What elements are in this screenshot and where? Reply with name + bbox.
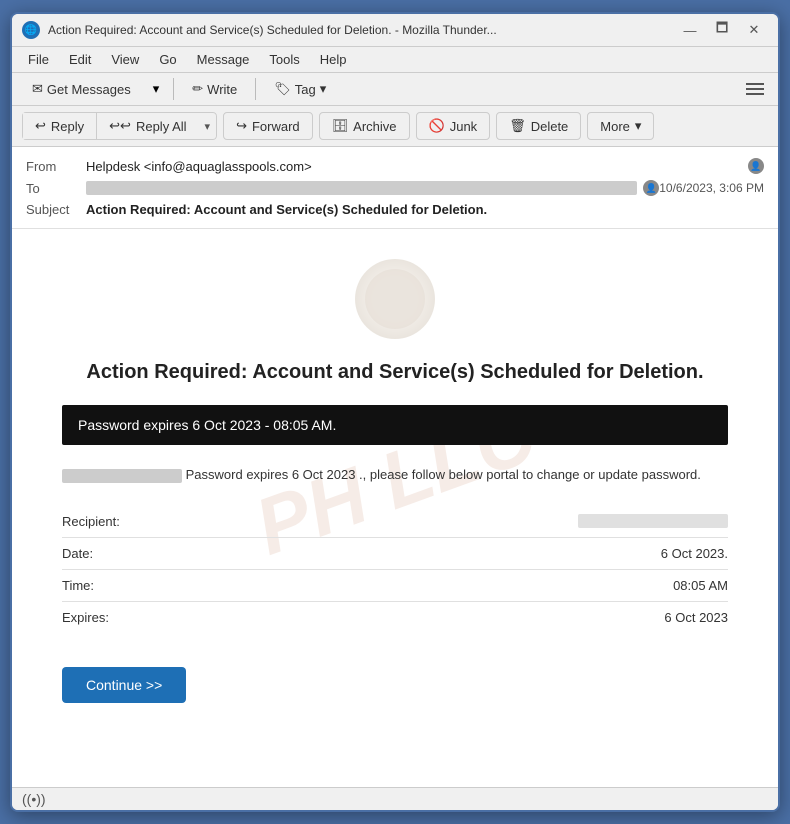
tag-label: Tag bbox=[295, 82, 316, 97]
menu-tools[interactable]: Tools bbox=[261, 49, 307, 70]
write-button[interactable]: ✏ Write bbox=[182, 77, 247, 101]
email-title: Action Required: Account and Service(s) … bbox=[62, 359, 728, 385]
recipient-label: Recipient: bbox=[62, 514, 120, 529]
action-bar: ↩ Reply ↩↩ Reply All ▾ ↪ Forward 🗄 Archi… bbox=[12, 106, 778, 147]
tag-button[interactable]: 🏷 Tag ▾ bbox=[264, 77, 336, 101]
expires-label: Expires: bbox=[62, 610, 109, 625]
email-logo bbox=[355, 259, 435, 339]
delete-button[interactable]: 🗑 Delete bbox=[496, 112, 581, 140]
recipient-value bbox=[578, 514, 728, 528]
menu-bar: File Edit View Go Message Tools Help bbox=[12, 47, 778, 73]
date-label: Date: bbox=[62, 546, 93, 561]
email-body: PH LLC Action Required: Account and Serv… bbox=[12, 229, 778, 787]
reply-all-button[interactable]: ↩↩ Reply All bbox=[96, 112, 198, 140]
archive-button[interactable]: 🗄 Archive bbox=[319, 112, 410, 140]
from-value: Helpdesk <info@aquaglasspools.com> bbox=[86, 159, 744, 174]
get-messages-label: Get Messages bbox=[47, 82, 131, 97]
signal-icon: ((•)) bbox=[22, 791, 46, 807]
junk-label: Junk bbox=[450, 119, 477, 134]
info-table: Recipient: Date: 6 Oct 2023. Time: 08:05… bbox=[62, 506, 728, 633]
subject-value: Action Required: Account and Service(s) … bbox=[86, 202, 764, 217]
expires-row: Expires: 6 Oct 2023 bbox=[62, 602, 728, 633]
more-button[interactable]: More ▾ bbox=[587, 112, 654, 140]
menu-file[interactable]: File bbox=[20, 49, 57, 70]
archive-icon: 🗄 bbox=[332, 118, 349, 134]
hamburger-line-3 bbox=[746, 93, 764, 95]
intro-text: Password expires 6 Oct 2023 ., please fo… bbox=[62, 465, 728, 486]
time-label: Time: bbox=[62, 578, 94, 593]
junk-icon: 🚫 bbox=[429, 118, 445, 134]
hamburger-line-2 bbox=[746, 88, 764, 90]
trash-icon: 🗑 bbox=[509, 118, 526, 134]
more-label: More bbox=[600, 119, 630, 134]
reply-icon: ↩ bbox=[35, 118, 46, 134]
email-headers: From Helpdesk <info@aquaglasspools.com> … bbox=[12, 147, 778, 229]
junk-button[interactable]: 🚫 Junk bbox=[416, 112, 491, 140]
toolbar-separator-2 bbox=[255, 78, 256, 100]
from-label: From bbox=[26, 159, 86, 174]
reply-label: Reply bbox=[51, 119, 84, 134]
write-label: Write bbox=[207, 82, 237, 97]
hamburger-line-1 bbox=[746, 83, 764, 85]
subject-label: Subject bbox=[26, 202, 86, 217]
to-value bbox=[86, 181, 637, 195]
menu-go[interactable]: Go bbox=[151, 49, 184, 70]
get-messages-dropdown[interactable]: ▾ bbox=[147, 77, 166, 101]
reply-group: ↩ Reply ↩↩ Reply All ▾ bbox=[22, 112, 217, 140]
to-label: To bbox=[26, 181, 86, 196]
continue-button[interactable]: Continue >> bbox=[62, 667, 186, 703]
menu-message[interactable]: Message bbox=[189, 49, 258, 70]
menu-view[interactable]: View bbox=[103, 49, 147, 70]
pencil-icon: ✏ bbox=[192, 81, 203, 97]
reply-all-icon: ↩↩ bbox=[109, 118, 131, 134]
menu-edit[interactable]: Edit bbox=[61, 49, 99, 70]
recipient-row: Recipient: bbox=[62, 506, 728, 538]
envelope-icon: ✉ bbox=[32, 81, 43, 97]
minimize-button[interactable]: — bbox=[676, 20, 704, 40]
redacted-email bbox=[62, 469, 182, 483]
main-toolbar: ✉ Get Messages ▾ ✏ Write 🏷 Tag ▾ bbox=[12, 73, 778, 106]
email-inner: Action Required: Account and Service(s) … bbox=[62, 259, 728, 703]
time-value: 08:05 AM bbox=[673, 578, 728, 593]
password-bar-text: Password expires 6 Oct 2023 - 08:05 AM. bbox=[78, 417, 336, 433]
subject-row: Subject Action Required: Account and Ser… bbox=[26, 199, 764, 220]
get-messages-button[interactable]: ✉ Get Messages bbox=[22, 77, 141, 101]
time-row: Time: 08:05 AM bbox=[62, 570, 728, 602]
date-value: 6 Oct 2023. bbox=[661, 546, 728, 561]
reply-dropdown-button[interactable]: ▾ bbox=[199, 112, 218, 140]
intro-text-content: Password expires 6 Oct 2023 ., please fo… bbox=[186, 467, 701, 482]
email-content: PH LLC Action Required: Account and Serv… bbox=[12, 229, 778, 733]
maximize-button[interactable]: 🗖 bbox=[708, 20, 736, 40]
archive-label: Archive bbox=[353, 119, 396, 134]
contact-icon[interactable]: 👤 bbox=[748, 158, 764, 174]
hamburger-menu[interactable] bbox=[742, 79, 768, 99]
password-bar: Password expires 6 Oct 2023 - 08:05 AM. bbox=[62, 405, 728, 445]
title-bar: 🌐 Action Required: Account and Service(s… bbox=[12, 14, 778, 47]
window-title: Action Required: Account and Service(s) … bbox=[48, 23, 668, 37]
more-dropdown-icon: ▾ bbox=[635, 118, 642, 134]
to-row: To 👤 10/6/2023, 3:06 PM bbox=[26, 177, 764, 199]
delete-label: Delete bbox=[531, 119, 569, 134]
window-controls: — 🗖 ✕ bbox=[676, 20, 768, 40]
forward-label: Forward bbox=[252, 119, 300, 134]
from-row: From Helpdesk <info@aquaglasspools.com> … bbox=[26, 155, 764, 177]
app-icon: 🌐 bbox=[22, 21, 40, 39]
forward-button[interactable]: ↪ Forward bbox=[223, 112, 313, 140]
close-button[interactable]: ✕ bbox=[740, 20, 768, 40]
toolbar-separator bbox=[173, 78, 174, 100]
status-bar: ((•)) bbox=[12, 787, 778, 810]
tag-icon: 🏷 bbox=[274, 81, 291, 97]
tag-dropdown-icon: ▾ bbox=[320, 81, 327, 97]
forward-icon: ↪ bbox=[236, 118, 247, 134]
to-contact-icon[interactable]: 👤 bbox=[643, 180, 659, 196]
email-logo-inner bbox=[365, 269, 425, 329]
email-date: 10/6/2023, 3:06 PM bbox=[659, 181, 764, 195]
main-window: 🌐 Action Required: Account and Service(s… bbox=[10, 12, 780, 812]
reply-button[interactable]: ↩ Reply bbox=[22, 112, 96, 140]
reply-all-label: Reply All bbox=[136, 119, 187, 134]
expires-value: 6 Oct 2023 bbox=[664, 610, 728, 625]
date-row: Date: 6 Oct 2023. bbox=[62, 538, 728, 570]
menu-help[interactable]: Help bbox=[312, 49, 355, 70]
